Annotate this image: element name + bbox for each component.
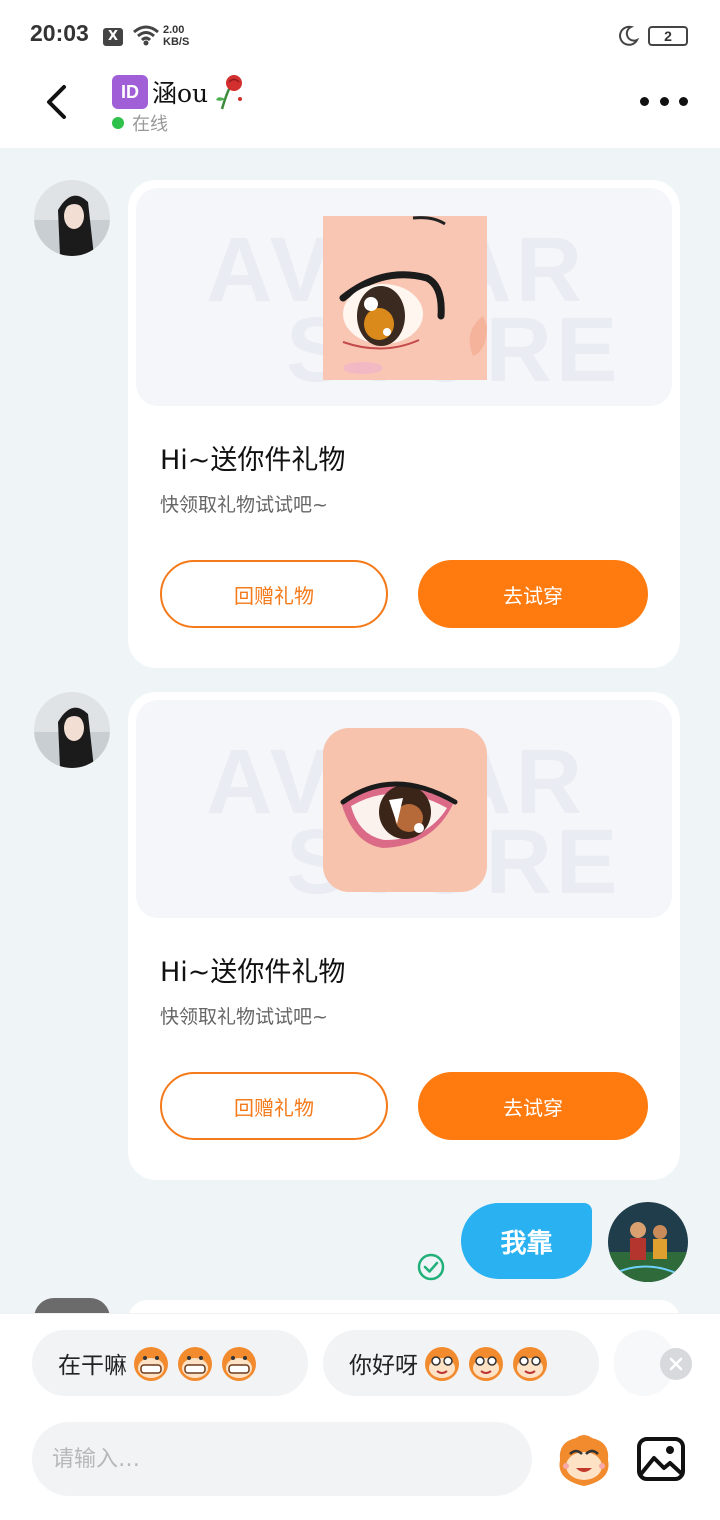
gift-subtitle: 快领取礼物试试吧~ xyxy=(160,1006,328,1028)
contact-title[interactable]: ID 涵ou xyxy=(112,72,246,112)
moon-icon xyxy=(619,25,640,46)
gift-eye-image xyxy=(323,216,487,380)
back-button[interactable] xyxy=(36,80,76,124)
grinning-monkey-icon xyxy=(222,1347,256,1381)
smiling-monkey-icon xyxy=(469,1347,503,1381)
online-text: 在线 xyxy=(132,114,168,135)
gift-title: Hi~送你件礼物 xyxy=(160,957,346,988)
grinning-monkey-icon xyxy=(134,1347,168,1381)
more-dot-icon xyxy=(640,96,649,106)
status-bar: 20:03 X 2.00 KB/S 2 xyxy=(0,0,720,70)
contact-avatar-image xyxy=(34,180,110,256)
speed-value: 2.00 xyxy=(163,24,185,36)
return-gift-button[interactable]: 回赠礼物 xyxy=(160,560,388,628)
gift-card[interactable]: AVATAR STORE Hi~送你件礼物 快领取礼物试试吧~ 回赠礼物 去试穿 xyxy=(128,692,680,1180)
gift-eye-image xyxy=(323,728,487,892)
try-on-button[interactable]: 去试穿 xyxy=(418,1072,648,1140)
bottom-panel: 在干嘛 你好呀 xyxy=(0,1314,720,1520)
my-avatar-image xyxy=(608,1202,688,1282)
notification-x-icon: X xyxy=(103,28,123,46)
network-speed: 2.00 KB/S xyxy=(163,24,189,48)
my-avatar[interactable] xyxy=(608,1202,688,1282)
chat-header: ID 涵ou 在线 xyxy=(0,70,720,148)
close-icon[interactable] xyxy=(660,1348,692,1380)
message-input[interactable] xyxy=(52,1446,512,1472)
wifi-icon xyxy=(133,25,159,46)
status-time: 20:03 xyxy=(30,20,89,46)
smiling-monkey-icon xyxy=(425,1347,459,1381)
image-button[interactable] xyxy=(636,1436,686,1482)
read-check-icon xyxy=(417,1253,445,1281)
contact-avatar[interactable] xyxy=(34,180,110,256)
emoji-button[interactable] xyxy=(554,1430,614,1490)
speed-unit: KB/S xyxy=(163,36,190,48)
back-arrow-icon xyxy=(47,85,66,119)
quick-reply-text: 在干嘛 xyxy=(58,1353,127,1379)
try-on-button[interactable]: 去试穿 xyxy=(418,560,648,628)
gift-image-area: AVATAR STORE xyxy=(136,188,672,406)
contact-avatar[interactable] xyxy=(34,692,110,768)
gift-subtitle: 快领取礼物试试吧~ xyxy=(160,494,328,516)
gift-card[interactable]: AVATAR STORE Hi~送你件礼物 快领取礼物试试吧~ 回赠礼物 去试穿 xyxy=(128,180,680,668)
smiling-monkey-icon xyxy=(513,1347,547,1381)
id-badge: ID xyxy=(112,75,148,109)
battery-indicator: 2 xyxy=(648,26,688,46)
close-x-icon xyxy=(669,1357,683,1371)
online-dot-icon xyxy=(112,117,124,129)
more-dot-icon xyxy=(659,96,669,106)
online-status: 在线 xyxy=(112,110,168,136)
more-dot-icon xyxy=(679,96,688,106)
message-input-box[interactable] xyxy=(32,1422,532,1496)
quick-reply-chip[interactable]: 你好呀 xyxy=(323,1330,599,1396)
grinning-monkey-icon xyxy=(178,1347,212,1381)
quick-reply-chip[interactable]: 在干嘛 xyxy=(32,1330,308,1396)
more-button[interactable] xyxy=(640,86,688,116)
gift-title: Hi~送你件礼物 xyxy=(160,445,346,476)
contact-name: 涵ou xyxy=(152,79,209,108)
contact-avatar-image xyxy=(34,692,110,768)
return-gift-button[interactable]: 回赠礼物 xyxy=(160,1072,388,1140)
my-message-bubble[interactable]: 我靠 xyxy=(461,1203,592,1279)
gift-image-area: AVATAR STORE xyxy=(136,700,672,918)
rose-icon xyxy=(216,75,243,110)
quick-reply-text: 你好呀 xyxy=(349,1353,418,1379)
